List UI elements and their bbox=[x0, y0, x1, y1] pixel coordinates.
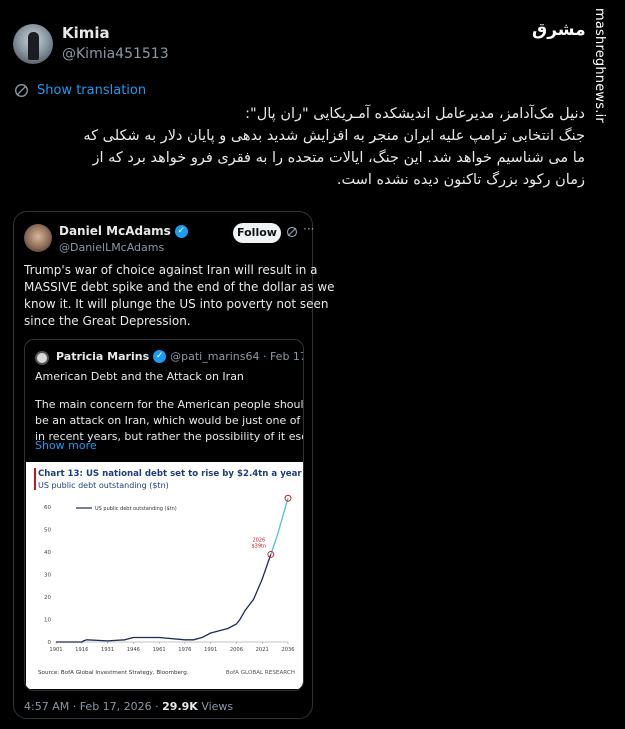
chart-accent-bar bbox=[34, 468, 36, 490]
translate-icon bbox=[15, 84, 28, 97]
post-text-line: ما می شناسیم خواهد شد. این جنگ، ایالات م… bbox=[92, 150, 585, 166]
post-text-line: دنیل مک‌آدامز، مدیرعامل اندیشکده آمـریکا… bbox=[245, 106, 585, 122]
watermark-url-text: mashreghnews.ir bbox=[592, 8, 607, 123]
y-tick-label: 20 bbox=[44, 595, 51, 601]
more-options-icon[interactable]: ··· bbox=[303, 222, 314, 236]
tweet-timestamp[interactable]: 4:57 AM · Feb 17, 2026 · bbox=[24, 700, 162, 713]
projected-debt-line bbox=[270, 498, 289, 555]
x-tick-label: 2021 bbox=[256, 647, 269, 653]
chart-source: Source: BofA Global Investment Strategy,… bbox=[38, 670, 189, 676]
embedded-text-line: Trump's war of choice against Iran will … bbox=[24, 263, 318, 277]
y-tick-label: 30 bbox=[44, 573, 51, 579]
chart-subtitle: US public debt outstanding ($tn) bbox=[38, 481, 169, 490]
embedded-author[interactable]: Daniel McAdams ✓ bbox=[59, 224, 188, 238]
y-tick-label: 40 bbox=[44, 550, 51, 556]
quoted-title: American Debt and the Attack on Iran bbox=[35, 370, 244, 383]
quoted-header: Patricia Marins ✓ @pati_marins64 · Feb 1… bbox=[56, 350, 304, 363]
author-handle[interactable]: @Kimia451513 bbox=[62, 46, 169, 62]
quoted-author-name[interactable]: Patricia Marins bbox=[56, 350, 149, 363]
watermark-url: mashreghnews.ir bbox=[590, 8, 612, 168]
show-more-link[interactable]: Show more bbox=[35, 439, 97, 452]
x-tick-label: 1916 bbox=[75, 647, 88, 653]
x-tick-label: 1961 bbox=[153, 647, 166, 653]
x-tick-label: 2006 bbox=[230, 647, 243, 653]
grok-icon[interactable] bbox=[286, 226, 298, 238]
x-tick-label: 1946 bbox=[127, 647, 140, 653]
verified-badge-icon: ✓ bbox=[174, 224, 188, 238]
x-tick-label: 1901 bbox=[49, 647, 62, 653]
show-translation[interactable]: Show translation bbox=[14, 83, 146, 98]
annotation-value: $39tn bbox=[251, 543, 266, 549]
avatar-figure bbox=[28, 32, 39, 60]
chart-title: Chart 13: US national debt set to rise b… bbox=[38, 469, 303, 479]
quoted-body-line: The main concern for the American people… bbox=[35, 398, 304, 411]
embedded-tweet-card[interactable]: Daniel McAdams ✓ @DanielLMcAdams Follow … bbox=[13, 211, 335, 719]
embedded-avatar[interactable] bbox=[24, 224, 52, 252]
x-tick-label: 1991 bbox=[204, 647, 217, 653]
verified-badge-icon: ✓ bbox=[153, 350, 167, 363]
chart-plot: 0 10 20 30 40 50 60 1901 1916 1931 1946 1961 1976 199… bbox=[44, 492, 295, 653]
follow-button[interactable]: Follow bbox=[233, 223, 281, 243]
quoted-tweet[interactable]: Patricia Marins ✓ @pati_marins64 · Feb 1… bbox=[24, 339, 304, 691]
x-tick-label: 1976 bbox=[178, 647, 191, 653]
quoted-body-line: be an attack on Iran, which would be jus… bbox=[35, 414, 303, 427]
embedded-text-line: MASSIVE debt spike and the end of the do… bbox=[24, 280, 335, 294]
y-tick-label: 50 bbox=[44, 528, 51, 534]
post-text: دنیل مک‌آدامز، مدیرعامل اندیشکده آمـریکا… bbox=[14, 103, 585, 191]
embedded-handle[interactable]: @DanielLMcAdams bbox=[59, 241, 164, 254]
x-tick-label: 1931 bbox=[101, 647, 114, 653]
mashregh-logo: مشرق bbox=[532, 20, 586, 40]
historical-debt-line bbox=[56, 554, 272, 643]
avatar[interactable] bbox=[13, 24, 53, 64]
chart-brand: BofA GLOBAL RESEARCH bbox=[225, 670, 295, 676]
quoted-handle-date: @pati_marins64 · Feb 17 bbox=[170, 350, 304, 363]
embedded-author-name[interactable]: Daniel McAdams bbox=[59, 224, 171, 238]
author-name[interactable]: Kimia bbox=[62, 24, 110, 42]
quoted-avatar[interactable] bbox=[35, 351, 49, 365]
debt-chart[interactable]: Chart 13: US national debt set to rise b… bbox=[26, 462, 303, 689]
embedded-text-line: since the Great Depression. bbox=[24, 314, 191, 328]
y-tick-label: 0 bbox=[48, 640, 52, 646]
show-translation-label[interactable]: Show translation bbox=[37, 83, 146, 98]
tweet-meta: 4:57 AM · Feb 17, 2026 · 29.9K Views bbox=[24, 700, 233, 713]
views-count: 29.9K bbox=[162, 700, 198, 713]
quoted-body: The main concern for the American people… bbox=[35, 397, 304, 445]
annotation-value: $64tn bbox=[269, 492, 284, 493]
embedded-text-line: know it. It will plunge the US into pove… bbox=[24, 297, 329, 311]
post-text-line: جنگ انتخابی ترامپ علیه ایران منجر به افز… bbox=[83, 128, 585, 144]
post-text-line: زمان رکود بزرگ تاکنون دیده نشده است. bbox=[336, 172, 585, 188]
y-tick-label: 10 bbox=[44, 618, 51, 624]
views-label: Views bbox=[197, 700, 234, 713]
embedded-tweet-text: Trump's war of choice against Iran will … bbox=[24, 262, 335, 330]
x-tick-label: 2036 bbox=[281, 647, 294, 653]
legend-label: US public debt outstanding ($tn) bbox=[95, 506, 177, 512]
y-tick-label: 60 bbox=[44, 505, 51, 511]
